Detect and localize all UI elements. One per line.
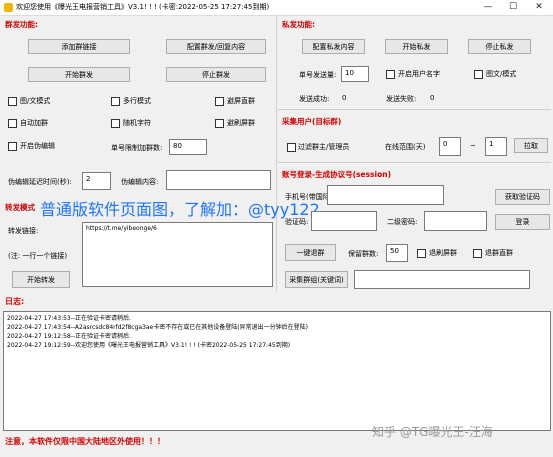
filter-admin-label: 过滤群主/管理员: [298, 143, 350, 151]
fake-edit-label: 开启伪编辑: [20, 142, 55, 150]
stop-private-send-button[interactable]: 停止私发: [468, 39, 531, 54]
send-count-input[interactable]: 10: [341, 66, 369, 82]
avoid-screen-label: 避刷屏群: [227, 119, 255, 127]
online-range-label: 在线范围(天): [385, 143, 426, 151]
code-input[interactable]: [311, 211, 377, 231]
enable-username-checkbox[interactable]: [386, 70, 395, 79]
enable-username-label: 开启用户名字: [398, 70, 440, 78]
log-line: 2022-04-27 19:12:58--正在验证卡密请稍后.: [7, 333, 131, 340]
footer-note: 注意，本软件仅限中国大陆地区外使用！！！: [5, 437, 165, 446]
avoid-group-checkbox[interactable]: [215, 97, 224, 106]
start-group-send-button[interactable]: 开始群发: [28, 67, 130, 82]
stop-group-send-button[interactable]: 停止群发: [166, 67, 266, 82]
private-divider: [278, 109, 551, 110]
quit-screen-checkbox[interactable]: [417, 249, 426, 258]
group-section-title: 群发功能:: [5, 20, 38, 29]
get-code-button[interactable]: 获取验证码: [495, 189, 550, 205]
quit-direct-checkbox[interactable]: [473, 249, 482, 258]
account-section-title: 账号登录-生成协议号(session): [282, 170, 392, 179]
start-forward-button[interactable]: 开始转发: [12, 271, 70, 288]
private-section-title: 私发功能:: [282, 20, 315, 29]
send-success-label: 发送成功:: [299, 95, 330, 103]
multiline-checkbox[interactable]: [111, 97, 120, 106]
watermark: 知乎 @TG曝光王-汪海: [372, 425, 493, 439]
forward-section-title: 转发模式: [5, 203, 35, 212]
forward-note: (注: 一行一个链接): [8, 252, 68, 260]
range-separator: ~: [470, 142, 476, 150]
phone-input[interactable]: [327, 185, 444, 205]
keep-groups-label: 保留群数:: [348, 250, 379, 258]
log-title: 日志:: [5, 297, 25, 306]
start-private-send-button[interactable]: 开始私发: [385, 39, 448, 54]
private-image-text-label: 图文/模式: [486, 70, 517, 78]
quit-screen-label: 退刷屏群: [429, 249, 457, 257]
log-line: 2022-04-27 19:12:59--欢迎您使用《曝光王电报营销工具》V3.…: [7, 342, 291, 349]
log-panel: 2022-04-27 17:43:53--正在验证卡密请稍后. 2022-04-…: [3, 311, 551, 431]
promo-overlay-text: 普通版软件页面图，了解加：@tyy122: [40, 200, 320, 219]
config-private-content-button[interactable]: 配置私发内容: [302, 39, 365, 54]
send-fail-label: 发送失败:: [386, 95, 417, 103]
forward-link-label: 转发链接:: [8, 227, 39, 235]
private-image-text-checkbox[interactable]: [474, 70, 483, 79]
collect-users-button[interactable]: 拉取: [514, 138, 548, 153]
login-button[interactable]: 登录: [495, 214, 550, 230]
fake-edit-content-input[interactable]: [166, 170, 271, 190]
log-line: 2022-04-27 17:43:53--正在验证卡密请稍后.: [7, 315, 131, 322]
collect-divider: [278, 162, 551, 163]
maximize-button[interactable]: ☐: [500, 0, 526, 15]
online-range-to-input[interactable]: 1: [485, 137, 507, 156]
keep-groups-input[interactable]: 50: [386, 244, 408, 262]
avoid-group-label: 避屏直群: [227, 97, 255, 105]
forward-link-textarea[interactable]: https://t.me/yibeonge/6: [82, 222, 273, 287]
code-label: 验证码:: [285, 218, 309, 226]
log-line: 2022-04-27 17:43:54--A2asrcsdc84rfd2f8cg…: [7, 324, 308, 331]
add-group-link-button[interactable]: 添加群链接: [28, 39, 130, 54]
send-count-label: 单号发送量:: [299, 71, 337, 79]
auto-join-checkbox[interactable]: [8, 119, 17, 128]
second-password-input[interactable]: [424, 211, 487, 231]
join-limit-label: 单号限制加群数:: [111, 144, 163, 152]
fake-edit-delay-input[interactable]: 2: [82, 172, 111, 190]
app-icon: [4, 3, 13, 12]
send-fail-value: 0: [430, 94, 435, 102]
config-group-content-button[interactable]: 配置群发/回复内容: [166, 39, 266, 54]
second-password-label: 二级密码:: [387, 218, 418, 226]
panel-divider: [276, 16, 277, 291]
random-char-checkbox[interactable]: [111, 119, 120, 128]
multiline-label: 多行模式: [123, 97, 151, 105]
online-range-from-input[interactable]: 0: [439, 137, 461, 156]
avoid-screen-checkbox[interactable]: [215, 119, 224, 128]
close-button[interactable]: ✕: [526, 0, 552, 15]
collect-section-title: 采集用户(目标群): [282, 117, 342, 126]
fake-edit-delay-label: 伪编辑延迟时间(秒):: [8, 178, 72, 186]
minimize-button[interactable]: —: [475, 0, 501, 15]
send-success-value: 0: [342, 94, 347, 102]
window-title: 欢迎您使用《曝光王电报营销工具》V3.1! ! ! (卡密:2022-05-25…: [16, 3, 270, 11]
auto-join-label: 自动加群: [20, 119, 48, 127]
join-limit-input[interactable]: 80: [169, 139, 207, 155]
random-char-label: 随机字符: [123, 119, 151, 127]
image-text-checkbox[interactable]: [8, 97, 17, 106]
filter-admin-checkbox[interactable]: [287, 143, 296, 152]
image-text-label: 图/文模式: [20, 97, 51, 105]
fake-edit-content-label: 伪编辑内容:: [121, 178, 159, 186]
quit-direct-label: 退群直群: [485, 249, 513, 257]
search-keyword-input[interactable]: [354, 270, 530, 289]
search-groups-button[interactable]: 采集群组(关键词): [285, 271, 348, 288]
fake-edit-checkbox[interactable]: [8, 142, 17, 151]
one-key-quit-button[interactable]: 一键退群: [285, 244, 336, 261]
